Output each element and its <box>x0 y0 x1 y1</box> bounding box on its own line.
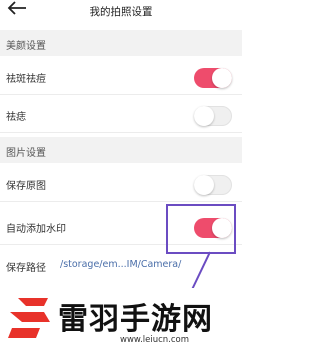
setting-label: 保存路径 <box>6 263 46 274</box>
toggle-knob <box>212 68 232 88</box>
section-title: 图片设置 <box>6 148 46 159</box>
save-path-value: /storage/em...IM/Camera/ <box>60 259 182 270</box>
watermark-url: www.leiucn.com <box>120 335 190 345</box>
watermark-brand-text: 雷羽手游网 <box>58 302 213 337</box>
page-title: 我的拍照设置 <box>89 6 153 18</box>
setting-row-save-original[interactable]: 保存原图 <box>0 166 242 202</box>
section-header-beauty: 美颜设置 <box>0 30 242 56</box>
toggle-knob <box>194 175 214 195</box>
setting-label: 保存原图 <box>6 181 46 192</box>
section-title: 美颜设置 <box>6 41 46 52</box>
section-header-image: 图片设置 <box>0 137 242 163</box>
top-bar: 我的拍照设置 <box>0 0 242 30</box>
brand-logo-icon <box>8 298 50 338</box>
setting-label: 祛斑祛痘 <box>6 74 46 85</box>
setting-row-mole-removal[interactable]: 祛痣 <box>0 97 242 133</box>
save-original-toggle[interactable] <box>194 175 232 195</box>
mole-removal-toggle[interactable] <box>194 106 232 126</box>
freckle-removal-toggle[interactable] <box>194 68 232 88</box>
annotation-highlight-box <box>166 204 236 254</box>
setting-label: 祛痣 <box>6 112 26 123</box>
toggle-knob <box>194 106 214 126</box>
setting-row-freckle-removal[interactable]: 祛斑祛痘 <box>0 59 242 95</box>
setting-label: 自动添加水印 <box>6 224 66 235</box>
